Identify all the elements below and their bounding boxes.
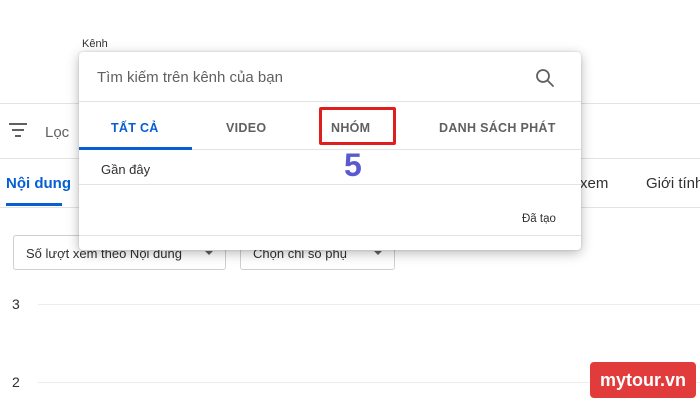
tab-video[interactable]: VIDEO	[226, 121, 266, 135]
recent-label: Gần đây	[101, 162, 151, 177]
filter-label[interactable]: Lọc	[45, 124, 69, 141]
axis-label: 2	[12, 374, 20, 390]
tab-playlist[interactable]: DANH SÁCH PHÁT	[439, 121, 556, 135]
tab-views[interactable]: xem	[580, 175, 608, 192]
axis-label: 3	[12, 296, 20, 312]
annotation-step-number: 5	[344, 147, 362, 183]
search-bar[interactable]: Tìm kiếm trên kênh của bạn	[79, 52, 581, 102]
search-input[interactable]: Tìm kiếm trên kênh của bạn	[97, 69, 283, 86]
channel-search-popup: Tìm kiếm trên kênh của bạn TẤT CẢ VIDEO …	[79, 52, 581, 250]
annotation-highlight-box	[319, 107, 396, 145]
tab-active-indicator	[79, 147, 192, 150]
search-icon[interactable]	[535, 68, 555, 88]
tab-active-indicator	[6, 203, 62, 206]
created-label: Đã tạo	[522, 213, 556, 225]
filter-icon[interactable]	[9, 123, 27, 137]
watermark-logo: mytour.vn	[590, 362, 696, 398]
gridline	[38, 304, 700, 305]
tab-all[interactable]: TẤT CẢ	[111, 121, 159, 135]
divider	[79, 235, 581, 236]
caret-down-icon	[205, 251, 213, 255]
divider	[79, 184, 581, 185]
channel-label: Kênh	[82, 38, 108, 50]
caret-down-icon	[374, 251, 382, 255]
tab-content[interactable]: Nội dung	[6, 175, 71, 192]
tab-gender[interactable]: Giới tính	[646, 175, 700, 192]
